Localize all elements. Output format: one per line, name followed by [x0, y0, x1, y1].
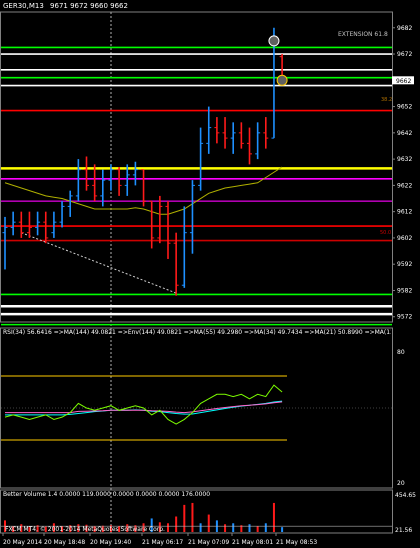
volume-bar: [167, 523, 169, 532]
volume-axis-label: 21.56: [395, 527, 412, 534]
price-axis-label: 9632: [397, 156, 412, 163]
volume-bar: [191, 502, 194, 532]
volume-axis-label: 454.65: [395, 492, 416, 499]
time-axis-label: 21 May 06:17: [142, 539, 183, 546]
fib-label-1: 38.2: [381, 97, 393, 103]
price-axis-label: 9672: [397, 51, 412, 58]
mt4-chart-window[interactable]: 9682 9672 9662 9652 9642 9632 9622 9612 9602 9592…: [0, 0, 420, 548]
price-axis-label: 9592: [397, 261, 412, 268]
volume-bar: [207, 514, 210, 532]
ohlc-label: 9671 9672 9660 9662: [50, 2, 128, 10]
volume-bar: [232, 523, 235, 532]
time-axis-label: 21 May 08:53: [276, 539, 317, 546]
fib-label-2: 50.0: [380, 230, 392, 236]
chart-canvas[interactable]: 9682 9672 9662 9652 9642 9632 9622 9612 9602 9592…: [0, 0, 420, 548]
price-axis-label: 9612: [397, 209, 412, 216]
extension-label: EXTENSION 61.8: [338, 31, 388, 38]
time-axis-label: 21 May 08:01: [232, 539, 273, 546]
trade-marker-icon: [276, 74, 288, 86]
rsi-series-line: [5, 401, 283, 414]
rsi-series-line: [4, 384, 283, 425]
copyright-label: FXCM MT4, © 2001-2014 MetaQuotes Softwar…: [5, 526, 165, 533]
trade-marker-icon: [268, 35, 280, 47]
time-axis-label: 21 May 07:09: [188, 539, 229, 546]
rsi-axis-label: 20: [397, 480, 405, 487]
price-axis-label: 9652: [397, 104, 412, 111]
volume-bar: [199, 523, 202, 532]
chart-header: GER30,M13 9671 9672 9660 9662: [3, 2, 128, 10]
price-axis-label: 9572: [397, 314, 412, 321]
price-axis-label: 9642: [397, 130, 412, 137]
price-axis-label: 9582: [397, 287, 412, 294]
volume-bar: [264, 523, 267, 532]
price-axis-label: 9682: [397, 25, 412, 32]
rsi-axis-label: 80: [397, 349, 405, 356]
volume-bar: [248, 524, 251, 532]
volume-bar: [272, 502, 275, 532]
volume-bar: [175, 516, 178, 532]
volume-header: Better Volume 1.4 0.0000 119.0000 0.0000…: [3, 491, 211, 498]
symbol-label: GER30,M13: [3, 2, 44, 10]
time-axis-label: 20 May 18:48: [44, 539, 85, 546]
current-price-label: 9662: [396, 78, 411, 85]
main-panel-frame: [0, 11, 393, 323]
volume-bar: [281, 527, 284, 532]
volume-bar: [183, 504, 186, 532]
volume-bar: [224, 524, 227, 532]
price-axis-label: 9602: [397, 235, 412, 242]
volume-bar: [256, 526, 259, 532]
price-axis-label: 9622: [397, 182, 412, 189]
rsi-header: RSI(34) 56.6416 =>MA(144) 49.0821 =>Env(…: [3, 329, 391, 336]
time-axis-label: 20 May 19:40: [90, 539, 131, 546]
time-axis-label: 20 May 2014: [3, 539, 42, 546]
trend-line: [21, 232, 177, 294]
